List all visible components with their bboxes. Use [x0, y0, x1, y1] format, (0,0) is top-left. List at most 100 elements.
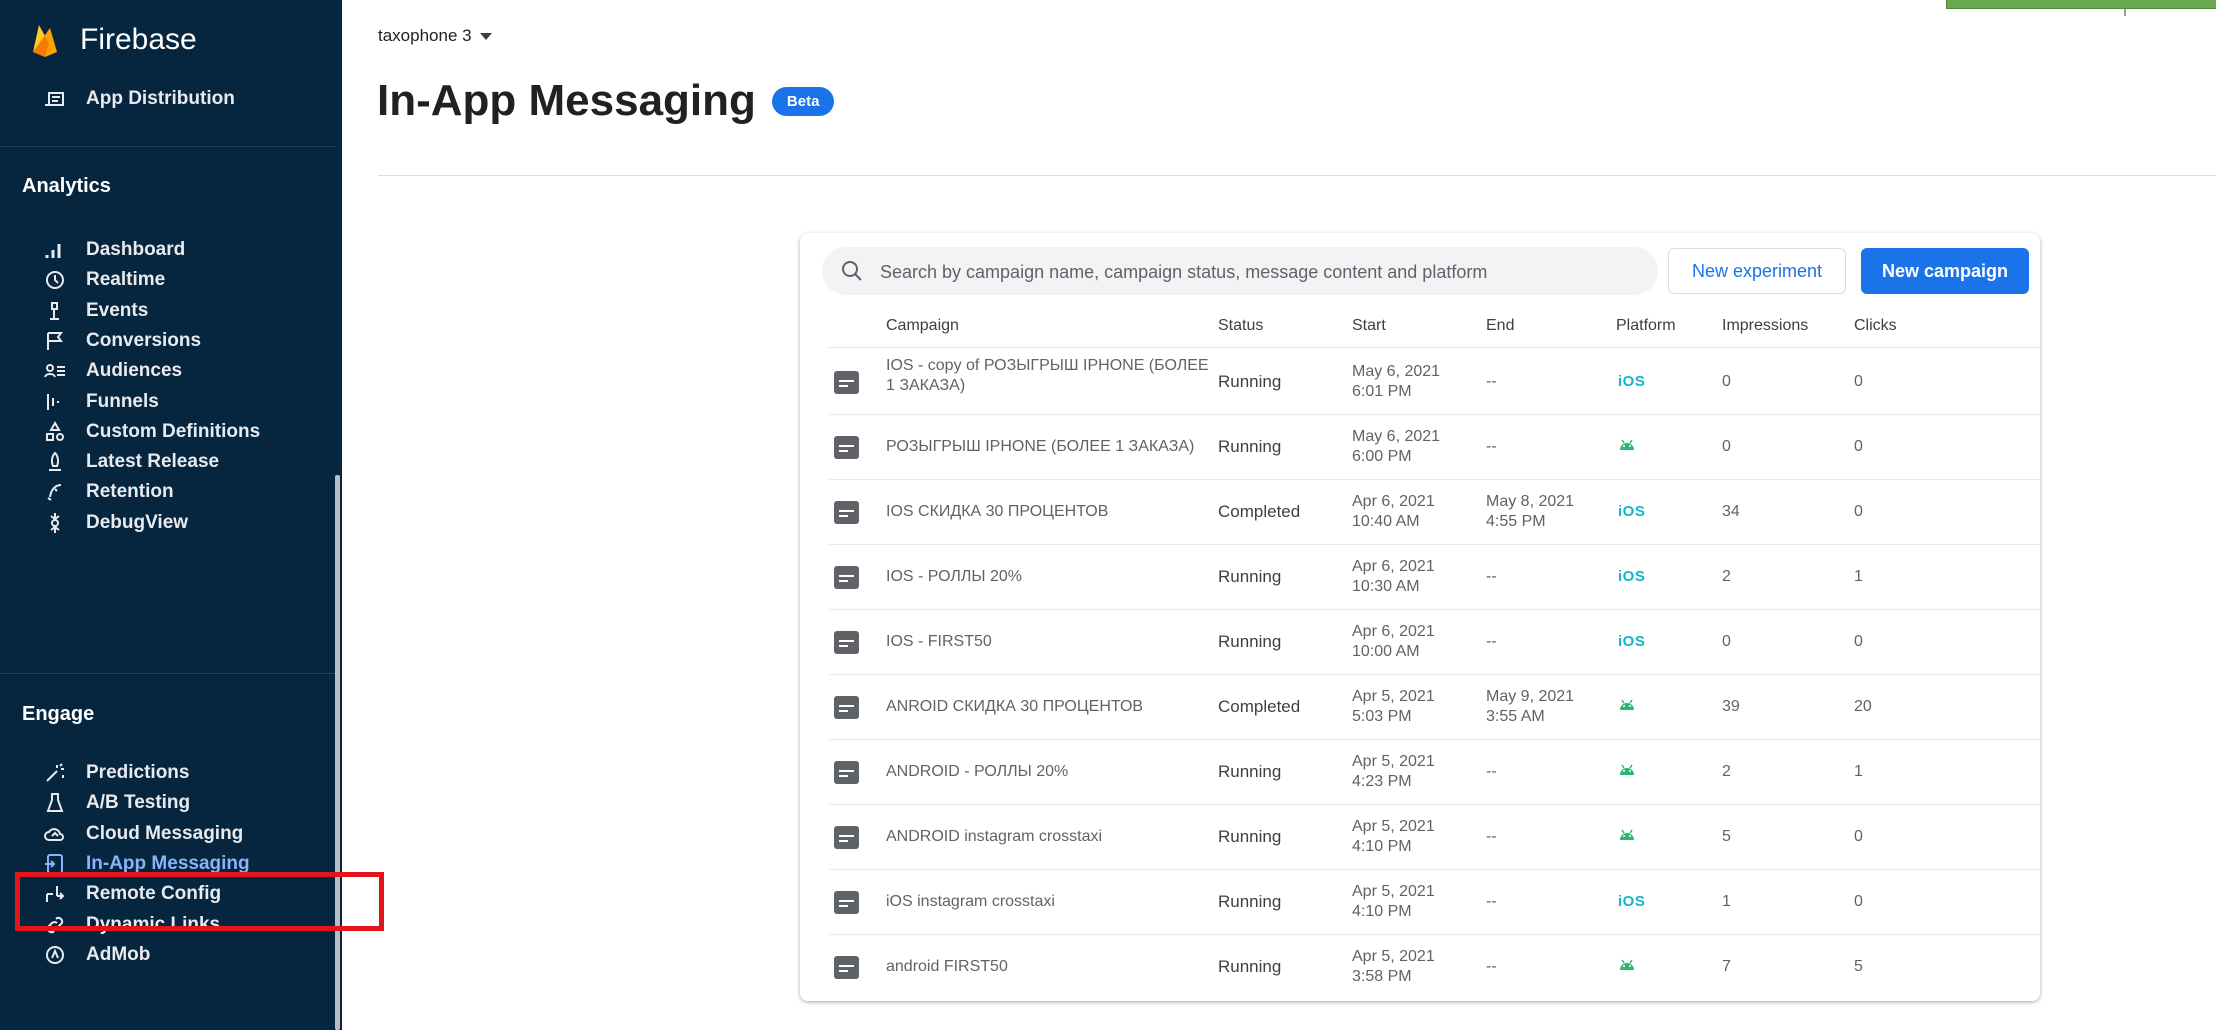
sidebar-item-label: Predictions [86, 762, 190, 783]
in-app-message-icon [834, 826, 859, 849]
status-cell: Completed [1218, 502, 1301, 521]
end-cell: -- [1486, 827, 1586, 847]
engage-section-header: Engage [22, 703, 95, 725]
debugview-icon [42, 510, 68, 536]
sidebar-scrollbar[interactable] [335, 475, 340, 1030]
sidebar-item-label: App Distribution [86, 88, 235, 109]
table-row[interactable]: iOS instagram crosstaxi Running Apr 5, 202… [800, 870, 2040, 935]
end-date: -- [1486, 763, 1497, 780]
start-date: Apr 6, 2021 [1352, 493, 1435, 510]
status-cell: Running [1218, 762, 1282, 781]
column-header-campaign[interactable]: Campaign [886, 317, 959, 335]
end-date: -- [1486, 893, 1497, 910]
campaign-name: iOS instagram crosstaxi [886, 893, 1055, 910]
end-time: 4:55 PM [1486, 513, 1546, 530]
impressions-cell: 5 [1722, 828, 1731, 845]
platform-cell: iOS [1618, 502, 1645, 522]
impressions-cell: 1 [1722, 893, 1731, 910]
sidebar-divider [0, 673, 335, 674]
end-cell: May 9, 2021 3:55 AM [1486, 687, 1586, 727]
search-bar[interactable] [822, 247, 1658, 297]
firebase-brand[interactable]: Firebase [30, 20, 197, 60]
column-header-platform[interactable]: Platform [1616, 317, 1676, 335]
brand-name: Firebase [80, 23, 197, 56]
in-app-message-icon [834, 956, 859, 979]
table-row[interactable]: IOS - FIRST50 Running Apr 6, 2021 10:00 AM -… [800, 610, 2040, 675]
clicks-cell: 0 [1854, 633, 1863, 650]
campaign-name: IOS - FIRST50 [886, 633, 992, 650]
table-row[interactable]: РОЗЫГРЫШ IPHONE (БОЛЕЕ 1 ЗАКАЗА) Running M… [800, 415, 2040, 480]
impressions-cell: 34 [1722, 503, 1740, 520]
campaign-name: РОЗЫГРЫШ IPHONE (БОЛЕЕ 1 ЗАКАЗА) [886, 438, 1195, 455]
ios-platform-icon: iOS [1618, 568, 1646, 585]
clicks-cell: 20 [1854, 698, 1872, 715]
start-cell: Apr 6, 2021 10:00 AM [1352, 622, 1452, 662]
campaign-name: ANDROID - РОЛЛЫ 20% [886, 763, 1069, 780]
table-row[interactable]: android FIRST50 Running Apr 5, 2021 3:58 PM… [800, 935, 2040, 1000]
end-cell: -- [1486, 892, 1586, 912]
campaign-name: ANROID СКИДКА 30 ПРОЦЕНТОВ [886, 698, 1144, 715]
highlight-annotation-box [15, 872, 384, 931]
table-row[interactable]: ANDROID instagram crosstaxi Running Apr 5,… [800, 805, 2040, 870]
end-date: -- [1486, 568, 1497, 585]
sidebar-item-label: AdMob [86, 943, 151, 965]
end-cell: -- [1486, 762, 1586, 782]
start-date: Apr 5, 2021 [1352, 753, 1435, 770]
in-app-message-icon [834, 891, 859, 914]
column-header-start[interactable]: Start [1352, 317, 1386, 335]
new-experiment-button[interactable]: New experiment [1668, 248, 1846, 294]
end-cell: -- [1486, 567, 1586, 587]
campaign-name: IOS - copy of РОЗЫГРЫШ IPHONE (БОЛЕЕ 1 З… [886, 357, 1209, 394]
android-platform-icon [1618, 957, 1636, 971]
column-header-impressions[interactable]: Impressions [1722, 317, 1808, 335]
clicks-cell: 0 [1854, 893, 1863, 910]
sidebar-item-label: DebugView [86, 511, 189, 533]
status-cell: Running [1218, 372, 1282, 391]
sidebar-item-app-distribution[interactable]: App Distribution [0, 78, 335, 120]
table-row[interactable]: IOS СКИДКА 30 ПРОЦЕНТОВ Completed Apr 6, 2… [800, 480, 2040, 545]
ios-platform-icon: iOS [1618, 373, 1646, 390]
start-date: Apr 5, 2021 [1352, 818, 1435, 835]
end-date: -- [1486, 828, 1497, 845]
clicks-cell: 1 [1854, 568, 1863, 585]
table-header-divider [829, 347, 2040, 348]
column-header-status[interactable]: Status [1218, 317, 1263, 335]
beta-badge: Beta [771, 86, 835, 116]
search-input[interactable] [878, 247, 1652, 297]
start-date: May 6, 2021 [1352, 363, 1441, 380]
start-time: 3:58 PM [1352, 968, 1412, 985]
impressions-cell: 0 [1722, 633, 1731, 650]
start-time: 6:01 PM [1352, 383, 1412, 400]
end-cell: -- [1486, 437, 1586, 457]
sidebar-item-debugview[interactable]: DebugView [0, 502, 335, 544]
in-app-message-icon [834, 371, 859, 394]
status-cell: Running [1218, 567, 1282, 586]
start-cell: May 6, 2021 6:01 PM [1352, 362, 1452, 402]
in-app-message-icon [834, 631, 859, 654]
platform-cell [1618, 827, 1636, 841]
column-header-end[interactable]: End [1486, 317, 1514, 335]
table-row[interactable]: IOS - РОЛЛЫ 20% Running Apr 6, 2021 10:30 A… [800, 545, 2040, 610]
start-date: Apr 5, 2021 [1352, 688, 1435, 705]
in-app-message-icon [834, 501, 859, 524]
platform-cell: iOS [1618, 892, 1645, 912]
table-row[interactable]: IOS - copy of РОЗЫГРЫШ IPHONE (БОЛЕЕ 1 З… [800, 350, 2040, 415]
column-header-clicks[interactable]: Clicks [1854, 317, 1897, 335]
end-date: -- [1486, 373, 1497, 390]
new-campaign-button[interactable]: New campaign [1861, 248, 2029, 294]
table-row[interactable]: ANROID СКИДКА 30 ПРОЦЕНТОВ Completed Apr 5… [800, 675, 2040, 740]
ios-platform-icon: iOS [1618, 503, 1646, 520]
table-row[interactable]: ANDROID - РОЛЛЫ 20% Running Apr 5, 2021 4:2… [800, 740, 2040, 805]
clicks-cell: 5 [1854, 958, 1863, 975]
android-platform-icon [1618, 697, 1636, 711]
project-name: taxophone 3 [378, 26, 472, 45]
window-control-strip [1946, 0, 2216, 9]
campaign-name: IOS СКИДКА 30 ПРОЦЕНТОВ [886, 503, 1109, 520]
start-cell: Apr 6, 2021 10:30 AM [1352, 557, 1452, 597]
android-platform-icon [1618, 437, 1636, 451]
in-app-message-icon [834, 566, 859, 589]
sidebar-item-admob[interactable]: AdMob [0, 934, 335, 976]
sidebar-item-label: Audiences [86, 360, 183, 382]
project-selector[interactable]: taxophone 3 [378, 26, 492, 46]
impressions-cell: 2 [1722, 763, 1731, 780]
